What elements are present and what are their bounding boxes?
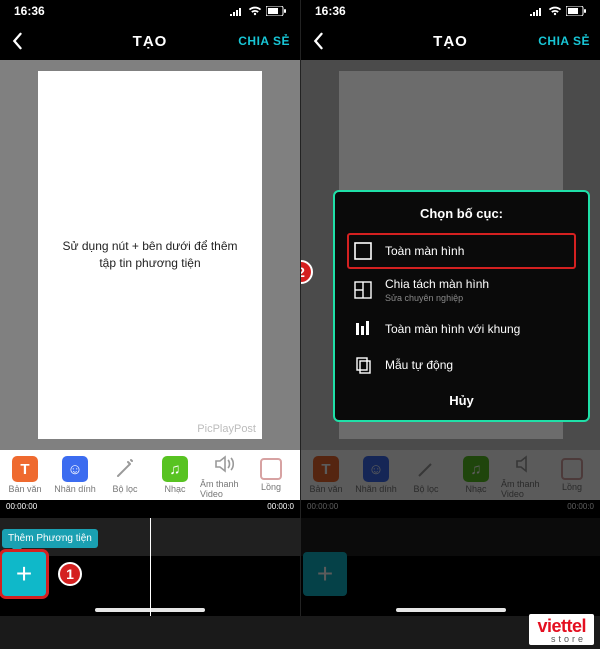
toolbar: T Bản văn ☺ Nhãn dính Bộ lọc ♫ Nhạc Âm than… bbox=[301, 450, 600, 500]
speaker-icon bbox=[212, 451, 238, 477]
battery-icon bbox=[566, 6, 586, 16]
playhead[interactable] bbox=[150, 518, 151, 616]
tool-music[interactable]: ♫ Nhạc bbox=[451, 450, 501, 500]
add-media-button[interactable]: + bbox=[303, 552, 347, 596]
home-indicator[interactable] bbox=[95, 608, 205, 612]
tool-label: Nhãn dính bbox=[355, 484, 397, 494]
option-label: Mẫu tự động bbox=[385, 358, 453, 372]
layout-picker-modal: Chọn bố cục: Toàn màn hình Chia tách màn… bbox=[333, 190, 590, 422]
speaker-icon bbox=[513, 451, 539, 477]
screen-left: 16:36 TẠO CHIA SẺ Sử dụng nút + bên dưới… bbox=[0, 0, 300, 616]
screen-right: 16:36 TẠO CHIA SẺ T Bản văn ☺ Nhãn dính Bộ… bbox=[300, 0, 600, 616]
share-button[interactable]: CHIA SẺ bbox=[538, 34, 590, 48]
canvas-hint: Sử dụng nút + bên dưới để thêm tập tin p… bbox=[60, 238, 240, 273]
back-button[interactable] bbox=[311, 32, 325, 50]
tool-label: Nhạc bbox=[465, 484, 486, 494]
wand-icon bbox=[112, 456, 138, 482]
modal-title: Chọn bố cục: bbox=[347, 206, 576, 221]
music-icon: ♫ bbox=[463, 456, 489, 482]
tool-audio[interactable]: Âm thanh Video bbox=[200, 450, 250, 500]
time-start: 00:00:00 bbox=[6, 502, 37, 518]
tool-label: Âm thanh Video bbox=[200, 479, 250, 499]
home-indicator[interactable] bbox=[396, 608, 506, 612]
tool-border[interactable]: Lồng bbox=[250, 450, 292, 500]
option-split[interactable]: Chia tách màn hìnhSửa chuyên nghiệp bbox=[347, 269, 576, 311]
tool-label: Bộ lọc bbox=[413, 484, 438, 494]
status-bar: 16:36 bbox=[0, 0, 300, 22]
signal-icon bbox=[530, 6, 544, 16]
template-icon bbox=[353, 355, 373, 375]
wand-icon bbox=[413, 456, 439, 482]
option-fullscreen-frame[interactable]: Toàn màn hình với khung bbox=[347, 311, 576, 347]
sticker-icon: ☺ bbox=[62, 456, 88, 482]
tool-label: Nhãn dính bbox=[54, 484, 96, 494]
tool-audio[interactable]: Âm thanh Video bbox=[501, 450, 551, 500]
option-auto-template[interactable]: Mẫu tự động bbox=[347, 347, 576, 383]
canvas-area: Sử dụng nút + bên dưới để thêm tập tin p… bbox=[0, 60, 300, 450]
brand-watermark: viettel store bbox=[529, 614, 594, 645]
timeline-ruler: 00:00:00 00:00:0 bbox=[301, 500, 600, 518]
status-time: 16:36 bbox=[14, 4, 45, 18]
add-media-button[interactable]: + bbox=[2, 552, 46, 596]
toolbar: T Bản văn ☺ Nhãn dính Bộ lọc ♫ Nhạc Âm than… bbox=[0, 450, 300, 500]
music-icon: ♫ bbox=[162, 456, 188, 482]
tool-label: Bản văn bbox=[8, 484, 41, 494]
frame-icon bbox=[260, 458, 282, 480]
track-area bbox=[301, 518, 600, 556]
back-button[interactable] bbox=[10, 32, 24, 50]
option-label: Toàn màn hình với khung bbox=[385, 322, 520, 336]
signal-icon bbox=[230, 6, 244, 16]
tool-music[interactable]: ♫ Nhạc bbox=[150, 450, 200, 500]
tool-sticker[interactable]: ☺ Nhãn dính bbox=[351, 450, 401, 500]
modal-cancel-button[interactable]: Hủy bbox=[347, 383, 576, 410]
status-indicators bbox=[230, 6, 286, 16]
tool-filter[interactable]: Bộ lọc bbox=[100, 450, 150, 500]
status-indicators bbox=[530, 6, 586, 16]
time-end: 00:00:0 bbox=[267, 502, 294, 518]
tool-label: Nhạc bbox=[164, 484, 185, 494]
text-icon: T bbox=[12, 456, 38, 482]
frame-icon bbox=[561, 458, 583, 480]
time-end: 00:00:0 bbox=[567, 502, 594, 518]
tool-label: Bộ lọc bbox=[112, 484, 137, 494]
option-fullscreen[interactable]: Toàn màn hình bbox=[347, 233, 576, 269]
tool-text[interactable]: T Bản văn bbox=[301, 450, 351, 500]
fullscreen-icon bbox=[353, 241, 373, 261]
tool-border[interactable]: Lồng bbox=[551, 450, 593, 500]
tool-sticker[interactable]: ☺ Nhãn dính bbox=[50, 450, 100, 500]
dual-screenshot: 16:36 TẠO CHIA SẺ Sử dụng nút + bên dưới… bbox=[0, 0, 600, 616]
option-label: Chia tách màn hìnhSửa chuyên nghiệp bbox=[385, 277, 489, 303]
time-start: 00:00:00 bbox=[307, 502, 338, 518]
status-bar: 16:36 bbox=[301, 0, 600, 22]
nav-bar: TẠO CHIA SẺ bbox=[301, 22, 600, 60]
tool-label: Lồng bbox=[261, 482, 281, 492]
wifi-icon bbox=[548, 6, 562, 16]
frame-full-icon bbox=[353, 319, 373, 339]
sticker-icon: ☺ bbox=[363, 456, 389, 482]
timeline-ruler: 00:00:00 00:00:0 bbox=[0, 500, 300, 518]
annotation-marker-1: 1 bbox=[58, 562, 82, 586]
tool-label: Bản văn bbox=[309, 484, 342, 494]
tool-filter[interactable]: Bộ lọc bbox=[401, 450, 451, 500]
tool-label: Âm thanh Video bbox=[501, 479, 551, 499]
project-canvas[interactable]: Sử dụng nút + bên dưới để thêm tập tin p… bbox=[38, 71, 262, 439]
tool-text[interactable]: T Bản văn bbox=[0, 450, 50, 500]
wifi-icon bbox=[248, 6, 262, 16]
status-time: 16:36 bbox=[315, 4, 346, 18]
add-media-tooltip: Thêm Phương tiện bbox=[2, 529, 98, 548]
battery-icon bbox=[266, 6, 286, 16]
nav-bar: TẠO CHIA SẺ bbox=[0, 22, 300, 60]
tool-label: Lồng bbox=[562, 482, 582, 492]
watermark: PicPlayPost bbox=[197, 423, 256, 435]
option-label: Toàn màn hình bbox=[385, 244, 464, 258]
split-icon bbox=[353, 280, 373, 300]
text-icon: T bbox=[313, 456, 339, 482]
share-button[interactable]: CHIA SẺ bbox=[238, 34, 290, 48]
